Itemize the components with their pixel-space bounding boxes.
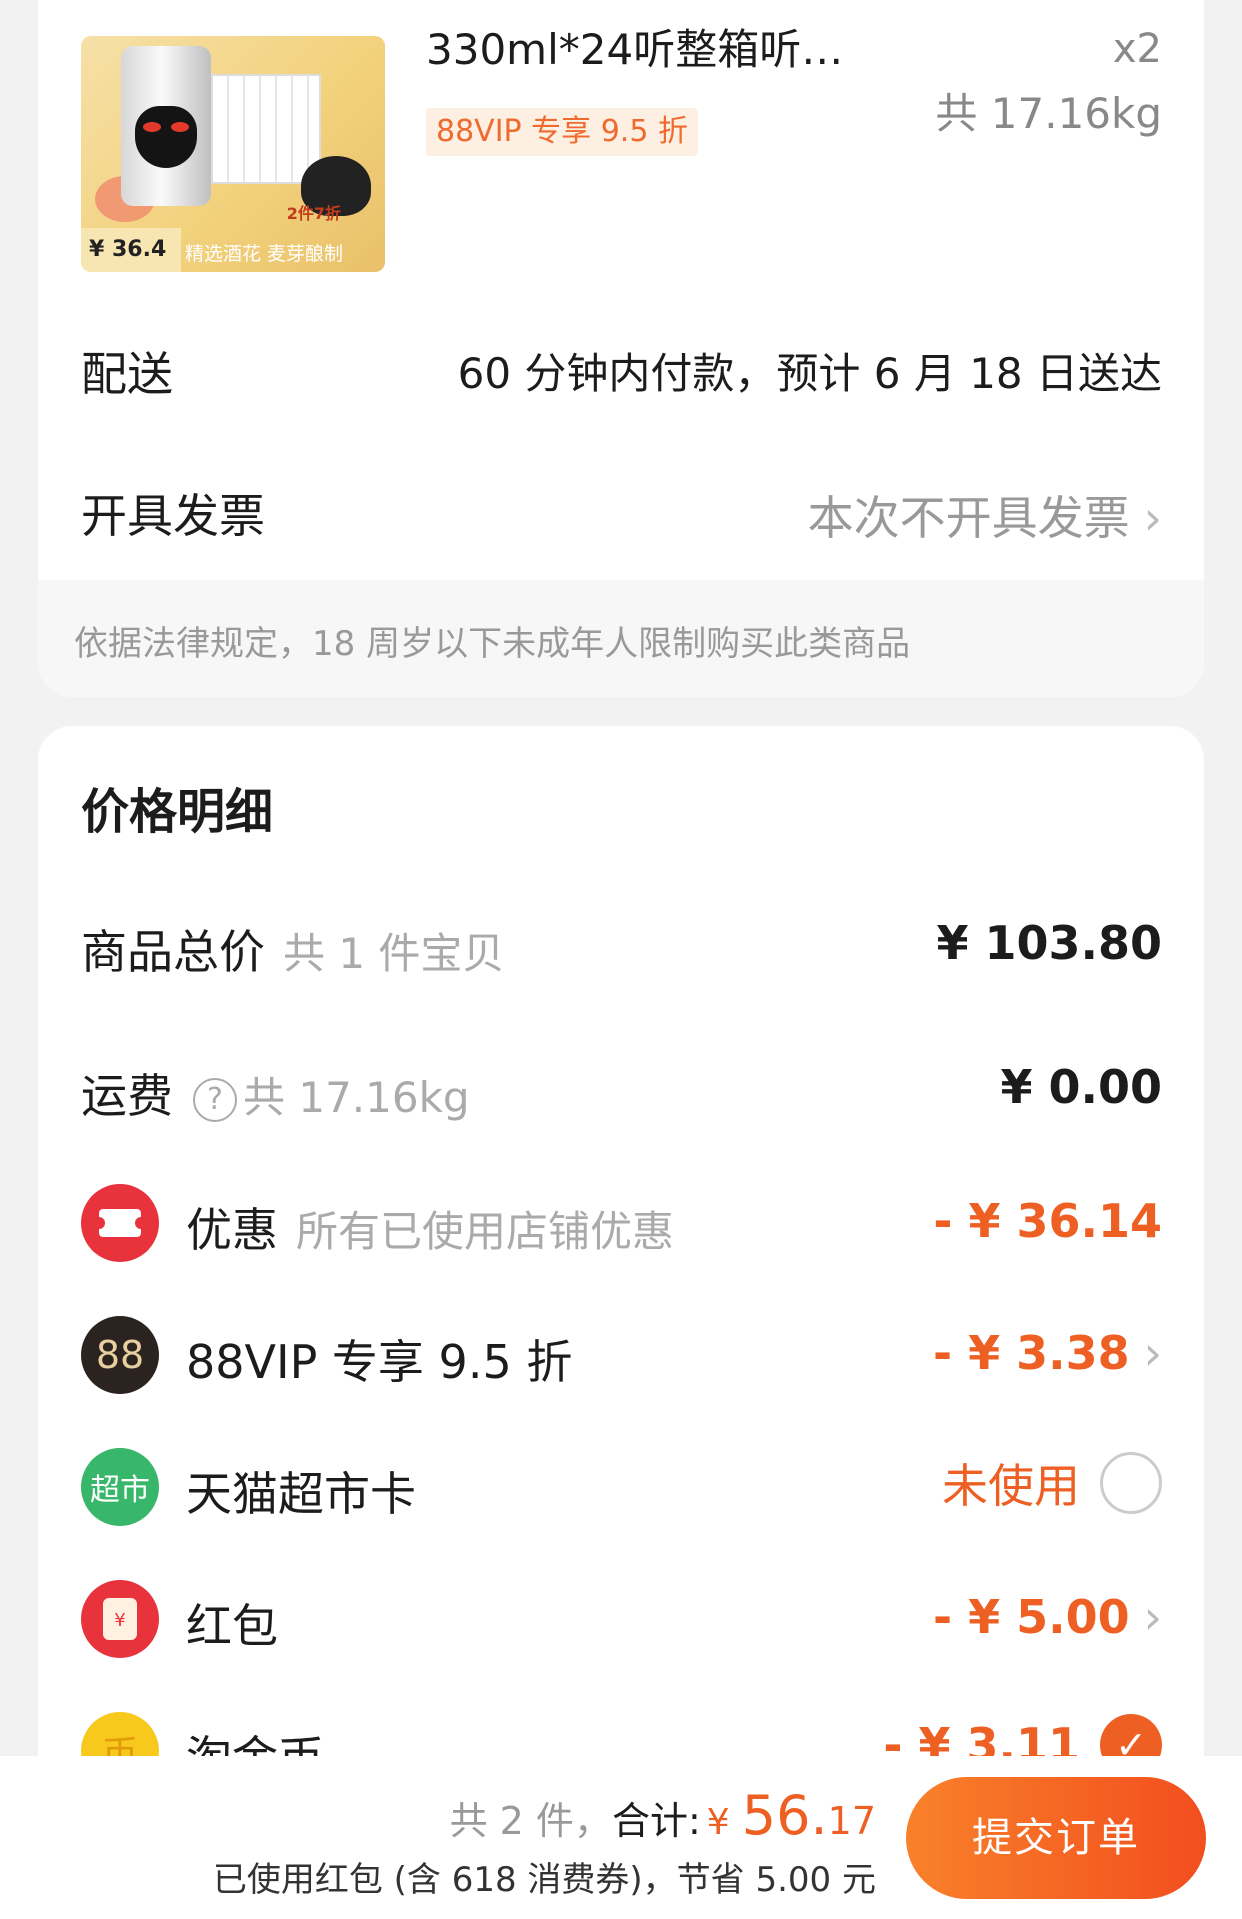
price-detail-title: 价格明细	[81, 784, 274, 840]
vip-row-value[interactable]: - ¥ 3.38 ›	[933, 1326, 1162, 1380]
chevron-right-icon: ›	[1143, 1590, 1162, 1644]
delivery-label: 配送	[81, 347, 173, 401]
discount-value: - ¥ 36.14	[933, 1194, 1162, 1248]
subtotal-label: 商品总价	[81, 925, 265, 979]
vip-value: - ¥ 3.38	[932, 1326, 1130, 1380]
subtotal-value: ¥ 103.80	[936, 916, 1162, 970]
discount-label: 优惠	[186, 1203, 278, 1257]
subtotal-count: 共 1 件宝贝	[283, 929, 505, 978]
delivery-value: 60 分钟内付款，预计 6 月 18 日送达	[457, 349, 1162, 398]
thumb-mask-art	[135, 106, 197, 168]
vip-88-icon: 88	[81, 1316, 159, 1394]
discount-desc: 所有已使用店铺优惠	[296, 1207, 675, 1256]
vip-label[interactable]: 88VIP 专享 9.5 折	[186, 1326, 572, 1392]
chevron-right-icon: ›	[1143, 1326, 1162, 1380]
coupon-icon	[81, 1184, 159, 1262]
red-packet-value: - ¥ 5.00	[932, 1590, 1130, 1644]
savings-note: 已使用红包 (含 618 消费券)，节省 5.00 元	[212, 1860, 876, 1900]
market-card-label: 天猫超市卡	[186, 1467, 416, 1521]
thumb-promo: 2件7折	[286, 204, 341, 223]
thumb-price: ¥ 36.4	[81, 228, 181, 272]
item-count: 共 2 件，	[449, 1799, 612, 1843]
total-integer: 56.	[741, 1784, 828, 1847]
chevron-right-icon: ›	[1143, 491, 1162, 545]
radio-unchecked-icon[interactable]	[1100, 1452, 1162, 1514]
shipping-value: ¥ 0.00	[1000, 1060, 1162, 1114]
red-packet-row-value[interactable]: - ¥ 5.00 ›	[933, 1590, 1162, 1644]
help-icon[interactable]: ?	[193, 1077, 237, 1122]
law-notice: 依据法律规定，18 周岁以下未成年人限制购买此类商品	[38, 580, 1204, 697]
thumb-case	[211, 74, 321, 184]
shipping-label: 运费	[81, 1069, 173, 1123]
supermarket-card-icon: 超市	[81, 1448, 159, 1526]
market-card-status: 未使用	[942, 1459, 1080, 1513]
submit-order-button[interactable]: 提交订单	[906, 1777, 1206, 1899]
invoice-row[interactable]: 本次不开具发票 ›	[808, 482, 1162, 548]
currency-symbol: ¥	[706, 1802, 730, 1843]
product-thumbnail[interactable]: 2件7折 ¥ 36.4 精选酒花 麦芽酿制	[81, 36, 385, 272]
discount-row[interactable]: 优惠 所有已使用店铺优惠	[186, 1194, 674, 1260]
order-total: 共 2 件，合计: ¥ 56.17	[450, 1784, 876, 1847]
red-packet-label[interactable]: 红包	[186, 1590, 278, 1656]
subtotal-row: 商品总价共 1 件宝贝	[81, 916, 504, 982]
thumb-slogan: 精选酒花 麦芽酿制	[185, 243, 344, 265]
vip-discount-chip: 88VIP 专享 9.5 折	[426, 108, 698, 156]
total-label: 合计:	[611, 1799, 701, 1843]
law-notice-text: 依据法律规定，18 周岁以下未成年人限制购买此类商品	[74, 624, 911, 664]
total-cents: 17	[827, 1799, 876, 1843]
red-packet-icon: ¥	[81, 1580, 159, 1658]
shipping-weight: 共 17.16kg	[243, 1073, 470, 1122]
product-weight: 共 17.16kg	[935, 89, 1162, 138]
invoice-label[interactable]: 开具发票	[81, 480, 265, 546]
invoice-value: 本次不开具发票	[807, 491, 1130, 545]
shipping-row: 运费? 共 17.16kg	[81, 1060, 470, 1126]
product-quantity: x2	[1112, 26, 1162, 72]
market-card-row[interactable]: 未使用	[942, 1450, 1162, 1516]
product-title[interactable]: 330ml*24听整箱听…	[426, 24, 896, 76]
